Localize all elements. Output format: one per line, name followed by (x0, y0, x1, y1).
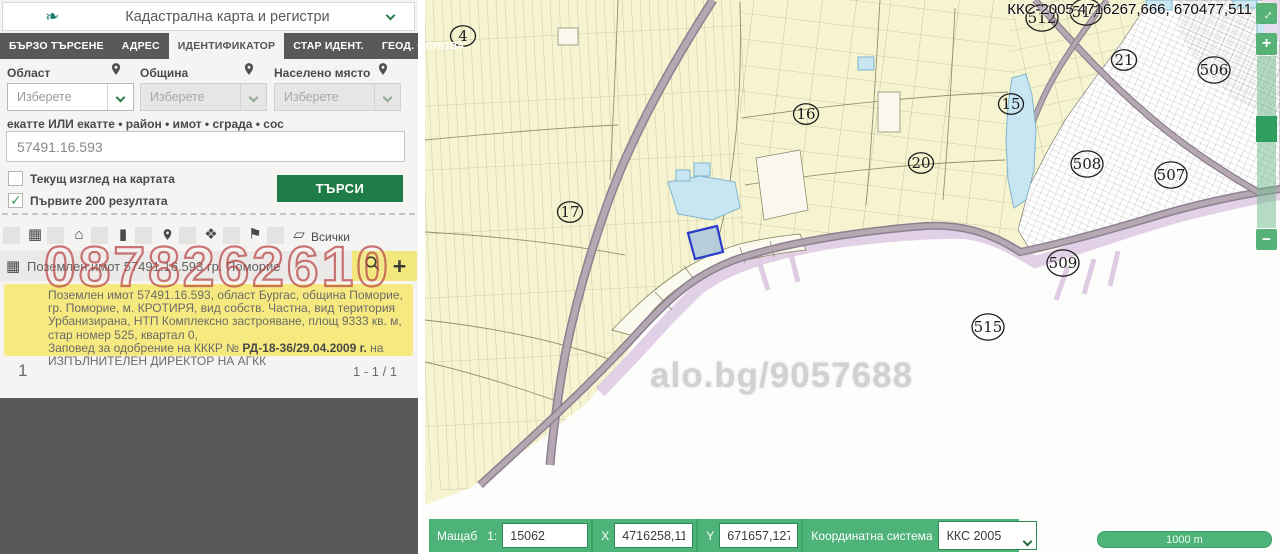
chevron-down-icon (1022, 537, 1032, 547)
app-title: Кадастрална карта и регистри (125, 9, 329, 25)
layer-checkbox-parcels[interactable] (3, 227, 20, 244)
tab-old-identifier[interactable]: СТАР ИДЕНТ. (284, 33, 373, 59)
cadastral-map-svg: 41716201551251721506508507509515 (425, 0, 1280, 554)
detail-order-prefix: Заповед за одобрение на КККР № (48, 341, 242, 355)
oblast-select[interactable]: Изберете (7, 83, 134, 111)
chevron-zone (240, 84, 266, 110)
chevron-zone (107, 84, 133, 110)
expand-icon: ↔ (1257, 4, 1277, 24)
naseleno-select[interactable]: Изберете (274, 83, 401, 111)
first-200-label: Първите 200 резултата (30, 194, 168, 208)
map-statusbar: Мащаб 1: X Y Координатна система ККС 200… (429, 519, 1019, 552)
chevron-down-icon[interactable] (386, 11, 396, 21)
tab-quick-search[interactable]: БЪРЗО ТЪРСЕНЕ (0, 33, 113, 59)
scale-group: Мащаб 1: (429, 519, 591, 552)
divider (2, 213, 415, 215)
crs-select[interactable]: ККС 2005 (938, 521, 1037, 550)
x-label: X (601, 529, 609, 543)
grid-icon[interactable]: ▦ (26, 226, 44, 244)
y-coordinate-group: Y (696, 519, 801, 552)
crs-group: Координатна система ККС 2005 (801, 519, 1039, 552)
naseleno-field: Населено място Изберете (274, 64, 401, 82)
add-to-selection-icon[interactable]: + (393, 256, 406, 276)
region-number: 17 (560, 203, 579, 221)
tab-identifier[interactable]: ИДЕНТИФИКАТОР (169, 33, 284, 59)
oblast-field: Област Изберете (7, 64, 134, 82)
app-header[interactable]: ❧ Кадастрална карта и регистри (2, 2, 415, 31)
current-view-label: Текущ изглед на картата (30, 172, 175, 186)
detail-order-number: РД-18-36/29.04.2009 г. (242, 341, 366, 355)
map-pin-icon[interactable] (376, 60, 390, 78)
oblast-label: Област (7, 66, 50, 80)
search-button[interactable]: ТЪРСИ (277, 175, 403, 202)
region-number: 21 (1114, 51, 1133, 69)
chevron-down-icon (249, 92, 259, 102)
region-number: 509 (1049, 254, 1078, 272)
region-number: 20 (911, 154, 930, 172)
page-range: 1 - 1 / 1 (353, 364, 397, 379)
map-pin-icon[interactable] (242, 60, 256, 78)
cursor-coordinates-readout: ККС-2005 4716267,666, 670477,511 (1007, 1, 1252, 18)
obshtina-placeholder: Изберете (150, 90, 205, 104)
scale-prefix: 1: (487, 529, 497, 543)
tab-address[interactable]: АДРЕС (113, 33, 169, 59)
phone-watermark: 0878262610 (44, 234, 391, 300)
tab-geodetic-basis[interactable]: ГЕОД. ОСНОВА (373, 33, 474, 59)
obshtina-label: Община (140, 66, 188, 80)
y-label: Y (706, 529, 714, 543)
first-200-checkbox[interactable]: ✓ (8, 193, 23, 208)
x-coordinate-group: X (591, 519, 696, 552)
region-number: 515 (974, 318, 1003, 336)
scale-bar-label: 1000 m (1166, 534, 1203, 546)
selected-parcel[interactable] (688, 226, 723, 259)
region-number: 16 (796, 105, 815, 123)
page-number[interactable]: 1 (18, 361, 27, 381)
grid-icon: ▦ (6, 257, 20, 275)
scale-bar: 1000 m (1097, 531, 1272, 548)
zoom-slider-handle[interactable] (1256, 116, 1277, 142)
map-canvas[interactable]: 41716201551251721506508507509515 (425, 0, 1280, 554)
sidebar-empty-area (0, 398, 418, 554)
crs-value: ККС 2005 (947, 529, 1002, 543)
identifier-input[interactable] (6, 131, 405, 162)
obshtina-select[interactable]: Изберете (140, 83, 267, 111)
chevron-down-icon (383, 92, 393, 102)
region-number: 15 (1001, 95, 1020, 113)
chevron-zone (374, 84, 400, 110)
zoom-slider-track[interactable] (1257, 56, 1276, 228)
chevron-down-icon (116, 92, 126, 102)
map-pin-icon[interactable] (109, 60, 123, 78)
x-coordinate-input[interactable] (614, 523, 693, 548)
scale-label: Мащаб (437, 529, 477, 543)
obshtina-field: Община Изберете (140, 64, 267, 82)
naseleno-placeholder: Изберете (284, 90, 339, 104)
identifier-label: екатте ИЛИ екатте • район • имот • сград… (7, 117, 284, 131)
zoom-in-button[interactable]: + (1256, 33, 1277, 55)
scale-input[interactable] (502, 523, 588, 548)
naseleno-label: Населено място (274, 66, 370, 80)
oblast-placeholder: Изберете (17, 90, 72, 104)
y-coordinate-input[interactable] (719, 523, 798, 548)
checkmark-icon: ✓ (10, 192, 22, 209)
photo-watermark: alo.bg/9057688 (650, 356, 913, 396)
search-tabs: БЪРЗО ТЪРСЕНЕ АДРЕС ИДЕНТИФИКАТОР СТАР И… (0, 33, 418, 59)
region-number: 508 (1073, 155, 1102, 173)
region-number: 507 (1157, 166, 1186, 184)
app-window: 41716201551251721506508507509515 ККС-200… (0, 0, 1280, 554)
current-view-checkbox[interactable] (8, 171, 23, 186)
region-number: 506 (1200, 61, 1229, 79)
expand-map-button[interactable]: ↔ (1256, 3, 1277, 24)
crs-label: Координатна система (811, 529, 932, 543)
zoom-out-button[interactable]: − (1256, 229, 1277, 250)
app-logo-icon: ❧ (44, 7, 61, 26)
